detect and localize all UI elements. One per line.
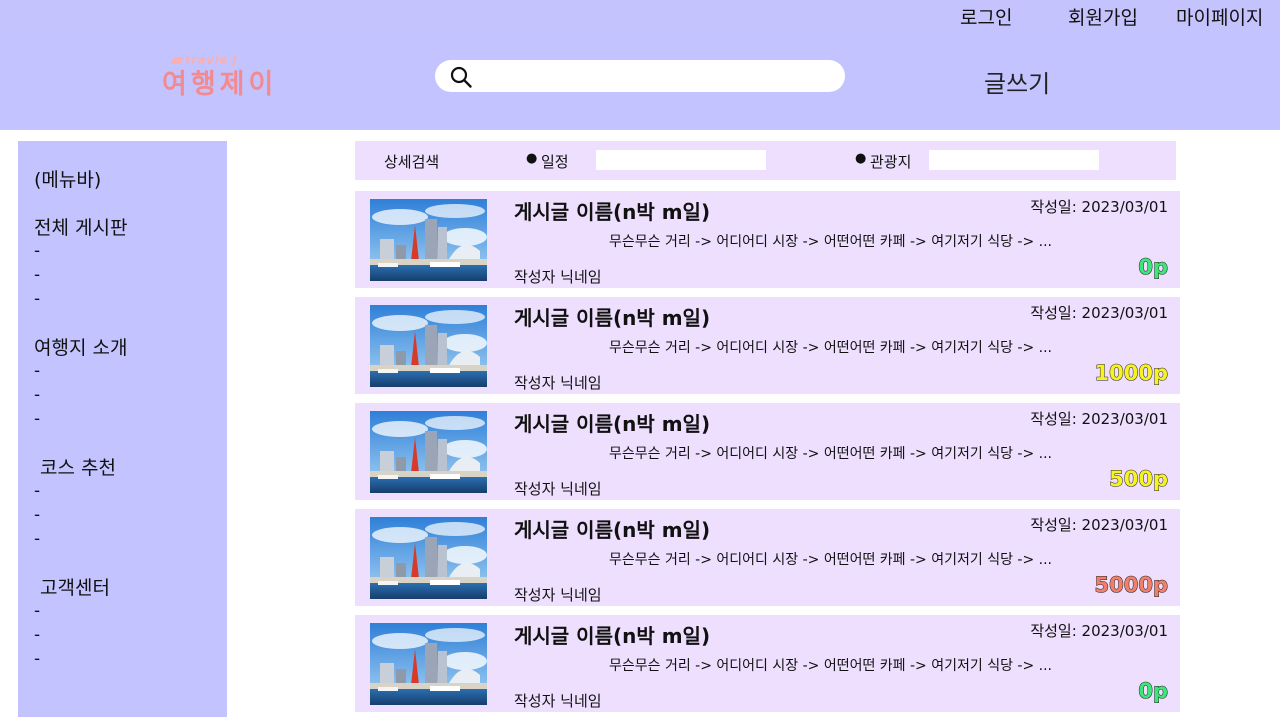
tourist-spot-label: 관광지 (870, 153, 912, 171)
write-post-button[interactable]: 글쓰기 (984, 64, 1050, 99)
signup-link[interactable]: 회원가입 (1068, 3, 1138, 30)
sidebar-item[interactable]: - (34, 287, 40, 311)
post-thumbnail[interactable] (370, 305, 487, 387)
post-points-badge: 0p (1138, 679, 1169, 704)
post-author: 작성자 닉네임 (514, 480, 602, 498)
post-author: 작성자 닉네임 (514, 268, 602, 286)
post-thumbnail-image (370, 411, 487, 493)
sidebar-item[interactable]: - (34, 239, 40, 263)
tourist-spot-input[interactable] (929, 150, 1099, 170)
top-bar: 로그인 회원가입 마이페이지 (0, 0, 1280, 30)
post-thumbnail-image (370, 623, 487, 705)
post-date: 작성일: 2023/03/01 (1030, 198, 1168, 216)
sidebar-item[interactable]: - (34, 647, 40, 671)
post-route: 무슨무슨 거리 -> 어디어디 시장 -> 어떤어떤 카페 -> 여기저기 식당… (609, 340, 1053, 356)
sidebar-item[interactable]: - (34, 407, 40, 431)
schedule-label: 일정 (541, 153, 569, 171)
post-thumbnail[interactable] (370, 517, 487, 599)
sidebar-item[interactable]: - (34, 623, 40, 647)
sidebar-item[interactable]: - (34, 479, 40, 503)
post-title[interactable]: 게시글 이름(n박 m일) (514, 302, 710, 331)
sidebar-item[interactable]: - (34, 599, 40, 623)
search-input[interactable] (481, 64, 831, 88)
post-card[interactable]: 게시글 이름(n박 m일) 작성일: 2023/03/01 무슨무슨 거리 ->… (355, 191, 1180, 288)
login-link[interactable]: 로그인 (960, 3, 1012, 30)
sidebar-item[interactable]: - (34, 383, 40, 407)
post-date: 작성일: 2023/03/01 (1030, 516, 1168, 534)
sidebar-item[interactable]: - (34, 263, 40, 287)
search-icon[interactable] (449, 65, 473, 89)
mypage-link[interactable]: 마이페이지 (1176, 3, 1263, 30)
sidebar-item[interactable]: - (34, 359, 40, 383)
post-card[interactable]: 게시글 이름(n박 m일) 작성일: 2023/03/01 무슨무슨 거리 ->… (355, 509, 1180, 606)
logo-title: 여행제이 (162, 69, 278, 100)
post-date: 작성일: 2023/03/01 (1030, 304, 1168, 322)
post-title[interactable]: 게시글 이름(n박 m일) (514, 514, 710, 543)
sidebar-section-course[interactable]: 코스 추천 (40, 453, 116, 480)
post-card[interactable]: 게시글 이름(n박 m일) 작성일: 2023/03/01 무슨무슨 거리 ->… (355, 297, 1180, 394)
detail-search-bar: 상세검색 ● 일정 ● 관광지 (355, 141, 1176, 180)
sidebar-item[interactable]: - (34, 527, 40, 551)
post-author: 작성자 닉네임 (514, 374, 602, 392)
post-thumbnail-image (370, 305, 487, 387)
sidebar-section-all-boards[interactable]: 전체 게시판 (34, 213, 127, 240)
sidebar-section-destinations[interactable]: 여행지 소개 (34, 333, 127, 360)
bullet-icon: ● (526, 151, 538, 166)
post-title[interactable]: 게시글 이름(n박 m일) (514, 620, 710, 649)
sidebar-item[interactable]: - (34, 503, 40, 527)
header: travle J 여행제이 글쓰기 (0, 30, 1280, 130)
post-thumbnail-image (370, 199, 487, 281)
post-date: 작성일: 2023/03/01 (1030, 622, 1168, 640)
post-route: 무슨무슨 거리 -> 어디어디 시장 -> 어떤어떤 카페 -> 여기저기 식당… (609, 658, 1053, 674)
sidebar-section-support[interactable]: 고객센터 (40, 573, 110, 600)
post-points-badge: 1000p (1094, 361, 1168, 386)
post-thumbnail[interactable] (370, 199, 487, 281)
post-points-badge: 5000p (1094, 573, 1168, 598)
search-bar[interactable] (435, 60, 845, 92)
post-author: 작성자 닉네임 (514, 692, 602, 710)
post-route: 무슨무슨 거리 -> 어디어디 시장 -> 어떤어떤 카페 -> 여기저기 식당… (609, 552, 1053, 568)
post-card[interactable]: 게시글 이름(n박 m일) 작성일: 2023/03/01 무슨무슨 거리 ->… (355, 403, 1180, 500)
bullet-icon: ● (855, 151, 867, 166)
site-logo[interactable]: travle J 여행제이 (160, 53, 300, 100)
post-card[interactable]: 게시글 이름(n박 m일) 작성일: 2023/03/01 무슨무슨 거리 ->… (355, 615, 1180, 712)
post-title[interactable]: 게시글 이름(n박 m일) (514, 408, 710, 437)
menu-title: (메뉴바) (34, 169, 102, 191)
post-title[interactable]: 게시글 이름(n박 m일) (514, 196, 710, 225)
detail-search-label: 상세검색 (384, 153, 440, 171)
schedule-input[interactable] (596, 150, 766, 170)
post-route: 무슨무슨 거리 -> 어디어디 시장 -> 어떤어떤 카페 -> 여기저기 식당… (609, 234, 1053, 250)
post-points-badge: 500p (1109, 467, 1169, 492)
post-thumbnail[interactable] (370, 411, 487, 493)
post-thumbnail[interactable] (370, 623, 487, 705)
sidebar-menu: (메뉴바) 전체 게시판 - - - 여행지 소개 - - - 코스 추천 - … (18, 141, 227, 717)
post-thumbnail-image (370, 517, 487, 599)
post-route: 무슨무슨 거리 -> 어디어디 시장 -> 어떤어떤 카페 -> 여기저기 식당… (609, 446, 1053, 462)
post-date: 작성일: 2023/03/01 (1030, 410, 1168, 428)
post-points-badge: 0p (1138, 255, 1169, 280)
post-author: 작성자 닉네임 (514, 586, 602, 604)
